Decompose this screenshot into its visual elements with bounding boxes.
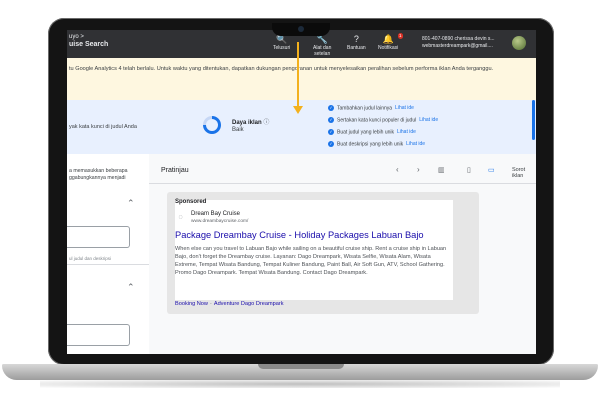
search-label: Telusuri [273,45,291,51]
sitelink[interactable]: Adventure Dago Dreampark [214,301,284,307]
account-id: 801-407-0890 cherissa devin s... [422,36,495,42]
advertiser-name: Dream Bay Cruise [191,211,241,217]
camera-icon [298,26,304,32]
desktop-device-icon[interactable]: ▭ [488,166,495,174]
view-ideas-link[interactable]: Lihat ide [397,129,416,135]
breadcrumb[interactable]: uyo > uise Search [69,33,108,49]
suggestion-item: ✓ Sertakan kata kunci populer di judul Lih… [328,117,438,123]
instructions-line2: ggabungkannya menjadi [69,175,126,181]
preview-title: Pratinjau [161,167,189,174]
check-icon: ✓ [328,141,334,147]
suggestion-text: Buat deskripsi yang lebih unik [337,141,404,148]
laptop-shadow [40,380,560,388]
suggestion-item: ✓ Buat deskripsi yang lebih unik Lihat ide [328,141,425,147]
check-icon: ✓ [328,129,334,135]
editor-instructions: a memasukkan beberapa ggabungkannya menj… [69,168,128,182]
check-icon: ✓ [328,105,334,111]
suggestion-text: Sertakan kata kunci populer di judul [337,117,417,124]
tools-label-line2: setelan [314,51,331,57]
view-ideas-link[interactable]: Lihat ide [419,117,438,123]
help-circle-icon[interactable]: ⓘ [263,120,269,126]
suggestion-item: ✓ Buat judul yang lebih unik Lihat ide [328,129,416,135]
notifications-button[interactable]: 🔔 Notifikasi 1 [378,33,403,51]
ad-preview-card: Sponsored ◌ Dream Bay Cruise www.dreamba… [167,192,479,314]
view-ideas-link[interactable]: Lihat ide [406,141,425,147]
instructions-line1: a memasukkan beberapa [69,168,128,174]
view-ideas-link[interactable]: Lihat ide [395,105,414,111]
headline-editor-panel: a memasukkan beberapa ggabungkannya menj… [67,154,150,354]
camera-notch [272,23,330,36]
description-input[interactable] [67,324,130,346]
ga4-notice-banner: tu Google Analytics 4 telah berlalu. Unt… [67,58,536,101]
ad-strength-title: Daya iklan [232,120,262,126]
ad-headline[interactable]: Package Dreambay Cruise - Holiday Packag… [175,230,424,240]
chevron-up-icon[interactable]: ⌃ [127,282,135,293]
bell-icon: 🔔 [382,34,394,44]
ad-strength-ring [203,116,221,134]
ad-description: When else can you travel to Labuan Bajo … [175,246,447,276]
ad-preview: Sponsored ◌ Dream Bay Cruise www.dreamba… [175,199,453,307]
annotation-arrow-icon [293,106,303,114]
ad-strength-value: Baik [232,127,244,133]
globe-icon: ◌ [178,214,183,221]
help-icon: ? [353,34,359,44]
suggestion-item: ✓ Tambahkan judul lainnya Lihat ide [328,105,414,111]
campaign-name: uise Search [69,41,109,48]
avatar[interactable] [512,36,526,50]
suggestion-text: Buat judul yang lebih unik [337,129,394,136]
tools-settings-button[interactable]: 🔧 Alat dan setelan [313,34,331,57]
sponsored-label: Sponsored [175,199,207,205]
laptop-frame: uyo > uise Search 🔍 Telusuri 🔧 Alat dan … [0,0,600,400]
screen: uyo > uise Search 🔍 Telusuri 🔧 Alat dan … [67,30,536,354]
chevron-left-icon[interactable]: ‹ [396,165,399,174]
annotation-arrow-line [297,42,299,106]
mobile-device-icon[interactable]: ▯ [467,166,471,174]
chevron-right-icon[interactable]: › [417,165,420,174]
ad-strength-label: Daya iklan ⓘ [232,117,269,126]
help-button[interactable]: ? Bantuan [347,34,366,51]
chevron-up-icon[interactable]: ⌃ [127,198,135,209]
suggestion-text: Tambahkan judul lainnya [337,105,393,112]
help-label: Bantuan [347,45,366,51]
preview-panel: Pratinjau ‹ › ▥ ▯ ▭ Sorot iklan Sponsore… [149,154,536,354]
search-button[interactable]: 🔍 Telusuri [273,34,290,51]
section-divider [67,264,149,265]
check-icon: ✓ [328,117,334,123]
sitelink[interactable]: Booking Now [175,301,208,307]
display-url: www.dreambaycruise.com/ [191,219,249,224]
account-info[interactable]: 801-407-0890 cherissa devin s... webmast… [422,36,495,50]
field-hint: ul judul dan deskripsi [69,256,112,261]
headline-input[interactable] [67,226,130,248]
sitelink-separator: · [209,301,212,307]
sitelinks: Booking Now · Adventure Dago Dreampark [175,301,284,307]
laptop-base-notch [258,364,344,369]
grid-view-icon[interactable]: ▥ [438,166,445,174]
highlight-ads-label: Sorot iklan [512,167,526,179]
account-email: webmasterdreampark@gmail.... [422,43,493,49]
preview-divider [149,183,536,184]
banner-text: tu Google Analytics 4 telah berlalu. Unt… [69,66,494,72]
notifications-label: Notifikasi [378,45,399,51]
breadcrumb-parent[interactable]: uyo > [69,33,108,41]
scrollbar[interactable] [532,100,535,140]
keyword-hint: yak kata kunci di judul Anda [69,124,137,130]
notification-badge: 1 [398,33,403,39]
